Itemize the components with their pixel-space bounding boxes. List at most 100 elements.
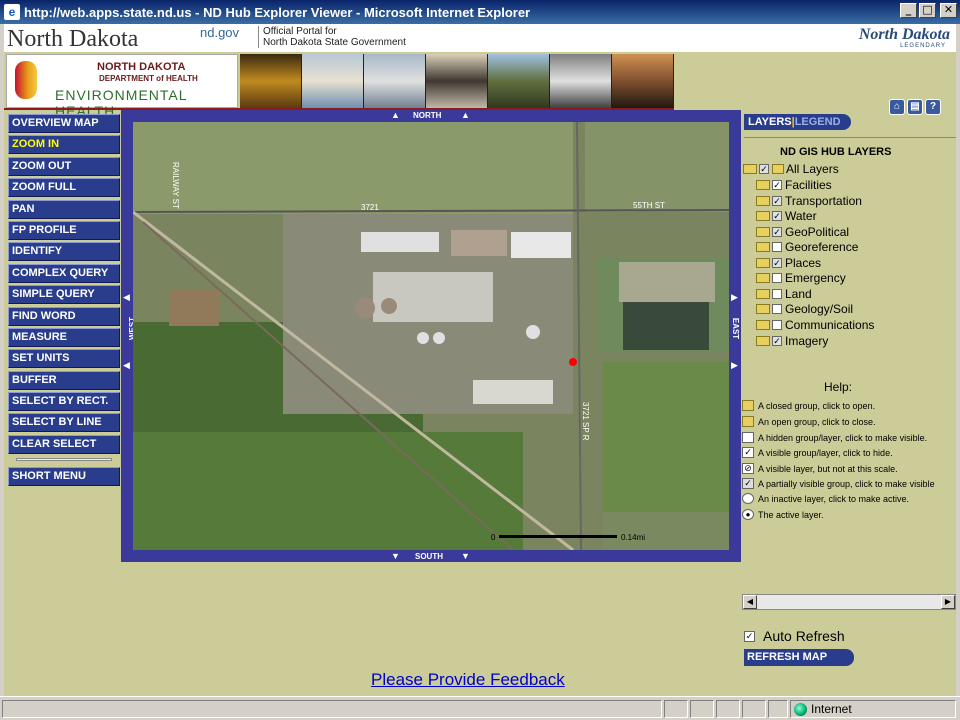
- folder-icon[interactable]: [756, 196, 770, 206]
- horizontal-scrollbar[interactable]: ◀ ▶: [742, 594, 956, 610]
- layer-communications[interactable]: Communications: [756, 318, 874, 332]
- pan-west-top-arrow[interactable]: ◀: [123, 292, 130, 303]
- south-label[interactable]: SOUTH: [415, 552, 443, 561]
- help-item: ● The active layer.: [742, 509, 824, 520]
- identify-button[interactable]: IDENTIFY: [8, 242, 120, 262]
- checkbox[interactable]: [772, 289, 782, 299]
- folder-icon[interactable]: [756, 180, 770, 190]
- print-icon[interactable]: ▤: [907, 99, 923, 115]
- pan-south-left-arrow[interactable]: ▼: [391, 551, 400, 561]
- clear-select-button[interactable]: CLEAR SELECT: [8, 434, 120, 454]
- folder-icon[interactable]: [756, 289, 770, 299]
- layer-places[interactable]: ✓ Places: [756, 256, 821, 270]
- pan-north-right-arrow[interactable]: ▲: [461, 110, 470, 120]
- layer-imagery[interactable]: ✓ Imagery: [756, 334, 828, 348]
- checkbox[interactable]: [772, 320, 782, 330]
- folder-icon[interactable]: [756, 304, 770, 314]
- overview-map-button[interactable]: OVERVIEW MAP: [8, 114, 120, 133]
- ie-logo-icon: e: [4, 4, 20, 20]
- home-icon[interactable]: ⌂: [889, 99, 905, 115]
- zoom-out-button[interactable]: ZOOM OUT: [8, 156, 120, 176]
- zoom-full-button[interactable]: ZOOM FULL: [8, 178, 120, 198]
- measure-button[interactable]: MEASURE: [8, 327, 120, 347]
- scroll-left-icon[interactable]: ◀: [743, 595, 757, 609]
- health-logo[interactable]: NORTH DAKOTA DEPARTMENT of HEALTH ENVIRO…: [6, 54, 238, 119]
- checkbox[interactable]: ✓: [772, 196, 782, 206]
- layer-emergency[interactable]: Emergency: [756, 271, 846, 285]
- checkbox[interactable]: [772, 273, 782, 283]
- layer-transportation[interactable]: ✓ Transportation: [756, 194, 862, 208]
- help-text: A closed group, click to open.: [758, 400, 876, 411]
- folder-icon[interactable]: [756, 258, 770, 268]
- checkbox-scale-icon: ⊘: [742, 463, 754, 474]
- status-cell: [664, 700, 688, 718]
- layer-georeference[interactable]: Georeference: [756, 240, 858, 254]
- buffer-button[interactable]: BUFFER: [8, 370, 120, 390]
- help-item: An inactive layer, click to make active.: [742, 493, 909, 504]
- road-label: 55TH ST: [633, 201, 665, 210]
- feedback-link[interactable]: Please Provide Feedback: [371, 670, 565, 690]
- close-button[interactable]: ✕: [940, 3, 957, 18]
- layer-water[interactable]: ✓ Water: [756, 209, 817, 223]
- east-label[interactable]: EAST: [731, 318, 740, 339]
- scroll-right-icon[interactable]: ▶: [941, 595, 955, 609]
- checkbox[interactable]: [772, 242, 782, 252]
- fp-profile-button[interactable]: FP PROFILE: [8, 220, 120, 240]
- zoom-in-button[interactable]: ZOOM IN: [8, 135, 120, 155]
- select-by-line-button[interactable]: SELECT BY LINE: [8, 413, 120, 433]
- layer-geology-soil[interactable]: Geology/Soil: [756, 302, 853, 316]
- checkbox[interactable]: [772, 304, 782, 314]
- find-word-button[interactable]: FIND WORD: [8, 306, 120, 326]
- layer-all[interactable]: ✓ All Layers: [743, 162, 839, 176]
- aerial-map-image[interactable]: 3721 55TH ST 3721 SP R RAILWAY ST 0 0.14…: [133, 122, 729, 550]
- maximize-button[interactable]: □: [919, 3, 936, 18]
- help-text: An inactive layer, click to make active.: [758, 493, 910, 504]
- nd-legendary-logo[interactable]: North Dakota: [859, 26, 950, 44]
- simple-query-button[interactable]: SIMPLE QUERY: [8, 285, 120, 305]
- checkbox[interactable]: ✓: [772, 227, 782, 237]
- refresh-map-button[interactable]: REFRESH MAP: [744, 649, 854, 666]
- security-zone[interactable]: Internet: [790, 700, 956, 718]
- pan-north-left-arrow[interactable]: ▲: [391, 110, 400, 120]
- checkbox[interactable]: ✓: [759, 164, 769, 174]
- pan-east-top-arrow[interactable]: ▶: [731, 292, 738, 303]
- tab-legend[interactable]: LEGEND: [795, 116, 841, 128]
- checkbox[interactable]: ✓: [772, 258, 782, 268]
- layer-geopolitical[interactable]: ✓ GeoPolitical: [756, 225, 849, 239]
- layer-land[interactable]: Land: [756, 287, 812, 301]
- pan-south-right-arrow[interactable]: ▼: [461, 551, 470, 561]
- help-icon[interactable]: ?: [925, 99, 941, 115]
- pan-east-bottom-arrow[interactable]: ▶: [731, 360, 738, 371]
- folder-icon[interactable]: [756, 273, 770, 283]
- pan-west-bottom-arrow[interactable]: ◀: [123, 360, 130, 371]
- checkbox[interactable]: ✓: [772, 336, 782, 346]
- north-label[interactable]: NORTH: [413, 111, 441, 120]
- layer-label: Transportation: [785, 194, 862, 208]
- short-menu-button[interactable]: SHORT MENU: [8, 466, 120, 486]
- folder-icon[interactable]: [756, 211, 770, 221]
- select-by-rect-button[interactable]: SELECT BY RECT.: [8, 392, 120, 412]
- folder-icon[interactable]: [756, 227, 770, 237]
- layer-facilities[interactable]: ✓ Facilities: [756, 178, 832, 192]
- checkbox[interactable]: ✓: [772, 180, 782, 190]
- pan-button[interactable]: PAN: [8, 199, 120, 219]
- folder-open-icon[interactable]: [743, 164, 757, 174]
- folder-icon[interactable]: [756, 242, 770, 252]
- auto-refresh-checkbox[interactable]: ✓: [744, 630, 755, 642]
- complex-query-button[interactable]: COMPLEX QUERY: [8, 263, 120, 283]
- set-units-button[interactable]: SET UNITS: [8, 349, 120, 369]
- map-frame: ▲ NORTH ▲ ▼ SOUTH ▼ ◀ WEST ◀ ▶ EAST ▶: [121, 110, 741, 562]
- portal-tagline: Official Portal for North Dakota State G…: [258, 26, 406, 48]
- minimize-button[interactable]: _: [900, 3, 917, 18]
- banner-photo: [488, 54, 550, 108]
- auto-refresh-toggle[interactable]: ✓ Auto Refresh: [744, 628, 845, 644]
- banner-photo: [612, 54, 674, 108]
- menu-separator: [16, 457, 112, 461]
- folder-icon[interactable]: [756, 336, 770, 346]
- tab-layers[interactable]: LAYERS: [748, 116, 792, 128]
- ndgov-link[interactable]: nd.gov: [200, 25, 239, 40]
- folder-icon[interactable]: [756, 320, 770, 330]
- state-title[interactable]: North Dakota: [7, 26, 138, 53]
- tool-menu: OVERVIEW MAP ZOOM IN ZOOM OUT ZOOM FULL …: [8, 114, 120, 488]
- checkbox[interactable]: ✓: [772, 211, 782, 221]
